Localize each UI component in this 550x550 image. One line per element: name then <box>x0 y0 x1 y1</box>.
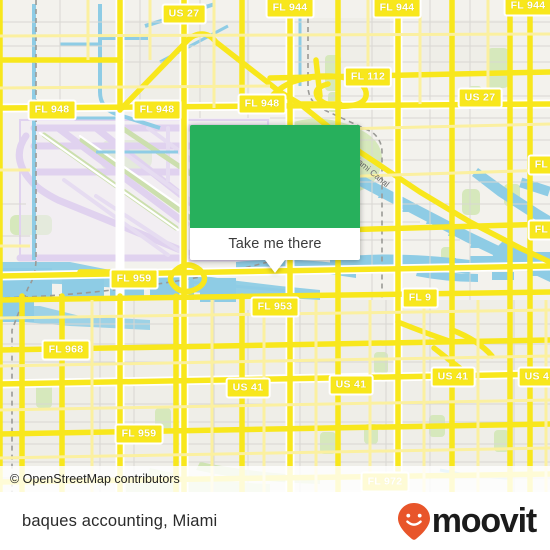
footer-bar: baques accounting, Miami moovit <box>0 492 550 550</box>
road-shield: FL 944 <box>372 0 422 19</box>
road-shield: US 41 <box>430 366 476 388</box>
road-shield: US 41 <box>225 377 271 399</box>
road-shield: US 27 <box>161 3 207 25</box>
road-shield: FL 959 <box>114 423 164 445</box>
road-shield: FL 948 <box>27 99 77 121</box>
place-title: baques accounting, Miami <box>22 511 218 530</box>
moovit-pin-icon <box>397 503 430 540</box>
road-shield: FL 944 <box>503 0 550 17</box>
road-shield: FL 953 <box>250 296 300 318</box>
location-callout[interactable]: Take me there <box>190 125 360 273</box>
take-me-there-button[interactable]: Take me there <box>190 228 360 260</box>
road-shield: FL 9 <box>527 154 550 176</box>
road-shield: FL 948 <box>132 99 182 121</box>
map-attribution-bar: © OpenStreetMap contributors <box>0 466 550 492</box>
road-shield: FL 9 <box>401 287 439 309</box>
road-shield: FL 968 <box>41 339 91 361</box>
road-shield: FL 959 <box>109 268 159 290</box>
moovit-logo[interactable]: moovit <box>397 502 537 540</box>
callout-pointer-tail <box>265 260 285 273</box>
osm-attribution-text[interactable]: © OpenStreetMap contributors <box>0 472 180 486</box>
moovit-map-screen: US 27 FL 944 FL 944 FL 944 FL 112 US 27 FL 948… <box>0 0 550 550</box>
road-shield: FL 944 <box>265 0 315 19</box>
road-shield: FL 112 <box>343 66 393 88</box>
map-canvas[interactable]: US 27 FL 944 FL 944 FL 944 FL 112 US 27 FL 948… <box>0 0 550 492</box>
road-shield: FL 948 <box>237 93 287 115</box>
road-shield: US 41 <box>517 366 550 388</box>
take-me-there-label: Take me there <box>228 236 322 252</box>
road-shield: US 41 <box>328 374 374 396</box>
road-shield: FL 9 <box>527 219 550 241</box>
road-shield: US 27 <box>457 87 503 109</box>
moovit-wordmark: moovit <box>431 502 537 540</box>
callout-photo <box>190 125 360 228</box>
